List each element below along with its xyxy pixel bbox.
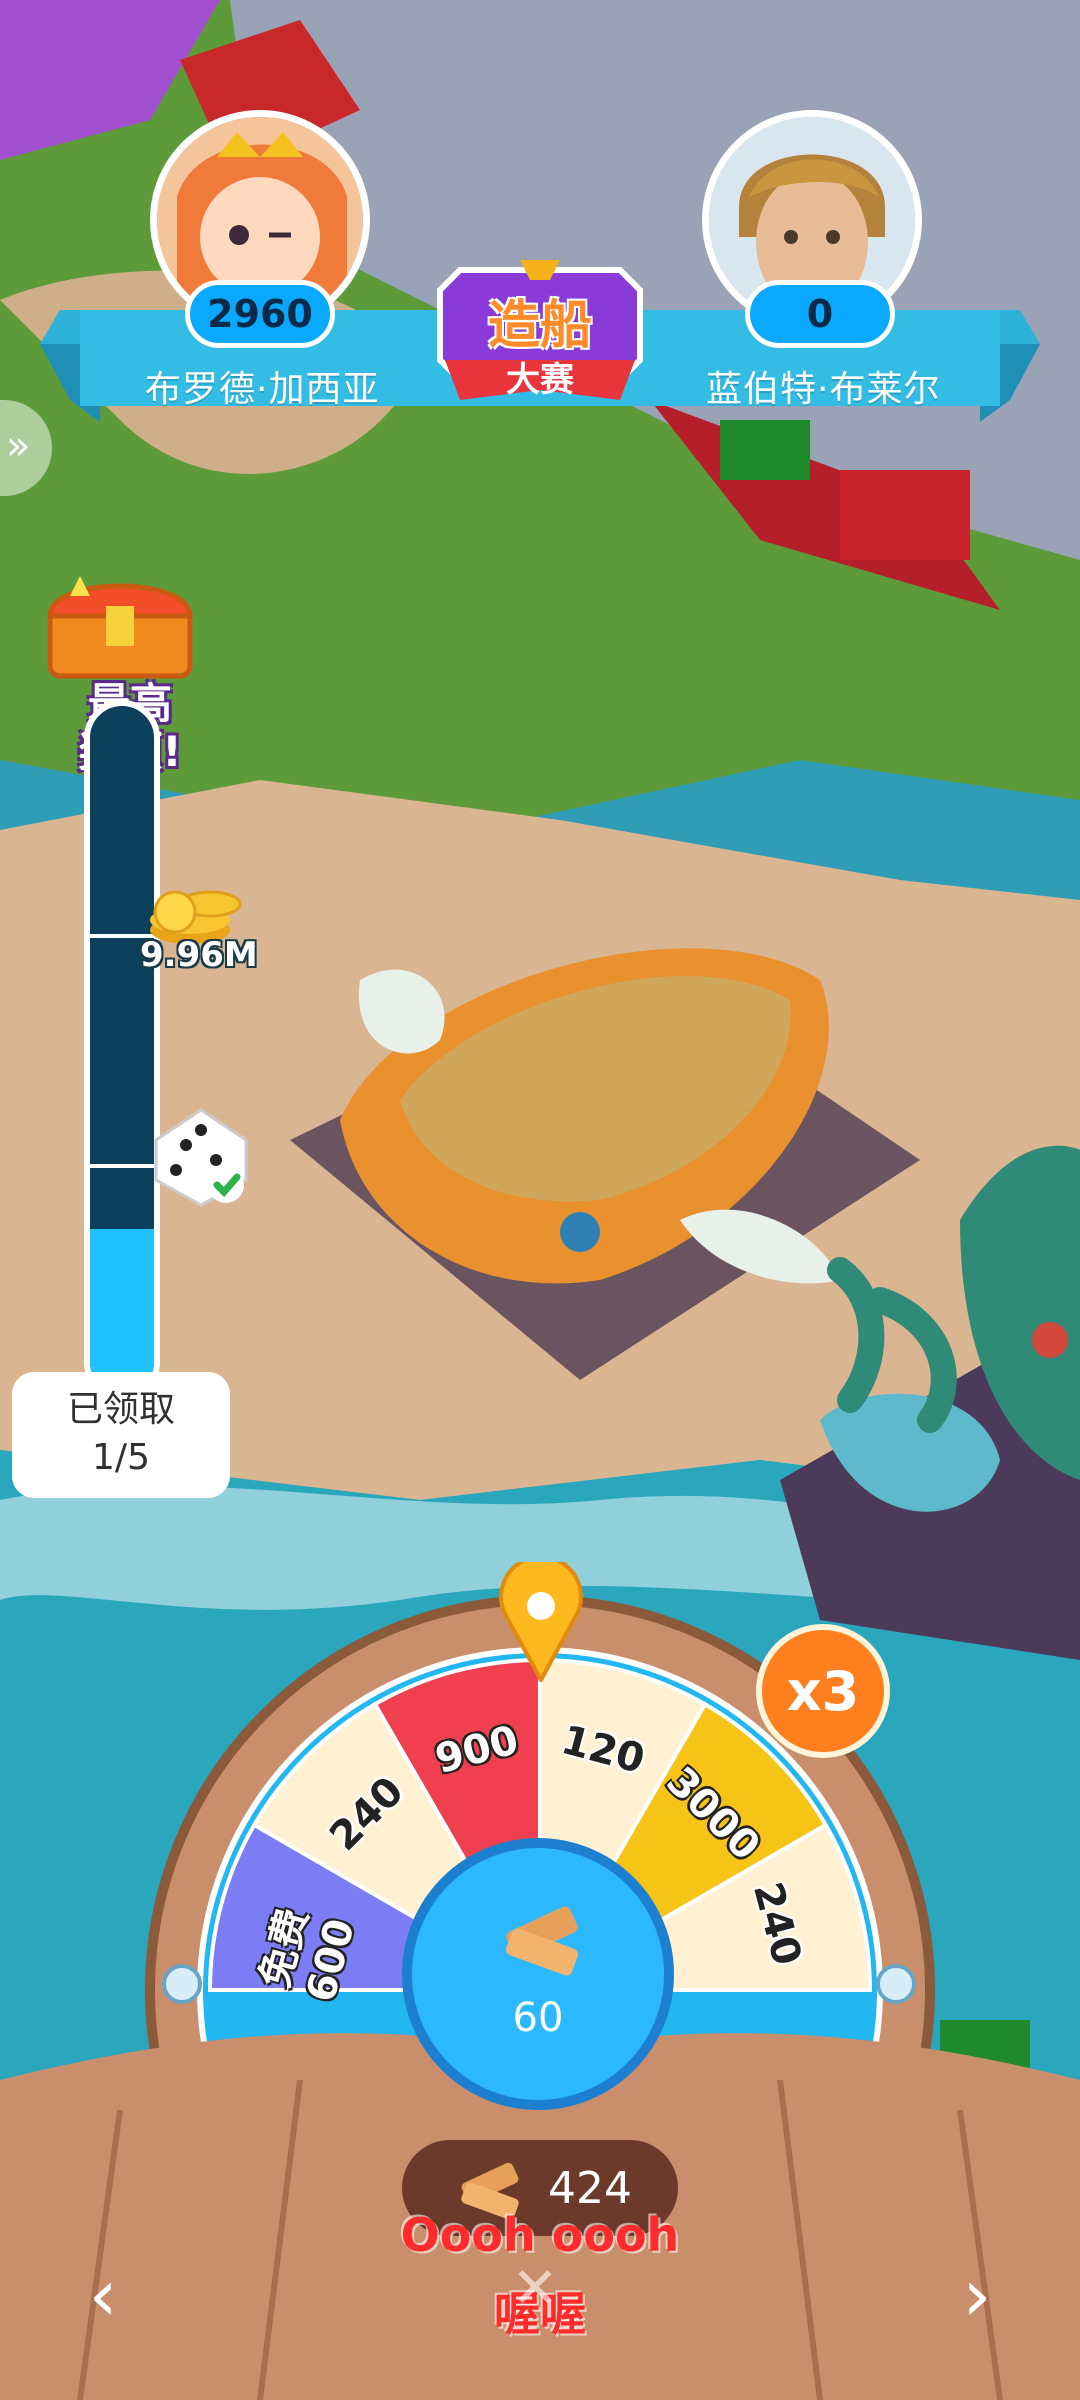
progress-track [84,700,160,1400]
player-right-score: 0 [745,280,895,348]
player-right-name: 蓝伯特·布莱尔 [706,369,941,410]
claimed-count: 1/5 [92,1437,150,1478]
event-title: 造船 [487,296,592,356]
double-chevron-right-icon: » [6,423,31,469]
player-left-name: 布罗德·加西亚 [145,369,380,410]
wheel-pointer-icon [499,1562,583,1682]
claimed-progress-box: 已领取 1/5 [12,1372,230,1498]
spin-hub-button[interactable] [402,1838,674,2110]
player-left-score: 2960 [185,280,335,348]
left-peg-icon [162,1964,202,2004]
chevron-right-icon[interactable]: › [942,2250,1012,2340]
event-subtitle: 大赛 [506,360,574,400]
milestone-line-dice [90,1164,154,1168]
progress-fill [90,1228,154,1394]
dice-reward-icon [154,1108,248,1207]
wood-planks-icon [506,1906,578,1976]
claimed-label: 已领取 [66,1389,175,1430]
coins-reward-value: 9.96M [140,935,258,975]
chevron-left-icon[interactable]: ‹ [68,2250,138,2340]
resource-count: 424 [548,2163,632,2214]
spin-cost-value: 60 [512,1995,564,2041]
close-icon[interactable]: ✕ [500,2244,570,2334]
right-peg-icon [876,1964,916,2004]
multiplier-button[interactable]: x3 [756,1624,890,1758]
treasure-chest-icon [47,576,193,679]
